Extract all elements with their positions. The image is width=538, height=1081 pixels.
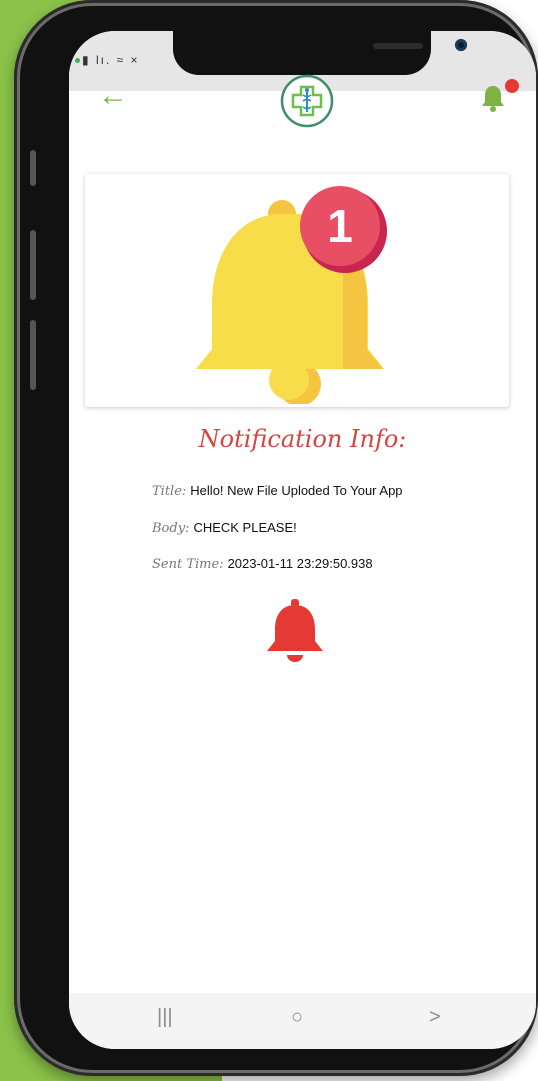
system-back-button[interactable]: > <box>429 1007 441 1027</box>
sent-time-label: Sent Time: <box>152 557 224 572</box>
body-label: Body: <box>152 521 190 536</box>
notification-badge-dot <box>505 79 519 93</box>
notification-bell-icon[interactable] <box>479 83 507 113</box>
recent-apps-button[interactable]: ||| <box>157 1007 173 1027</box>
notification-body-row: Body: CHECK PLEASE! <box>152 520 297 536</box>
bell-badge-count: 1 <box>327 200 353 252</box>
phone-frame: ▮ lı. ≈ × ← 1 Notification Info: Title: … <box>14 0 538 1076</box>
speaker-grille <box>373 43 423 49</box>
phone-volume-up-button <box>30 230 36 300</box>
phone-side-button <box>30 150 36 186</box>
home-button[interactable]: ○ <box>291 1007 303 1027</box>
system-navigation-bar: ||| ○ > <box>69 993 536 1049</box>
notification-info-heading: Notification Info: <box>198 425 407 453</box>
back-arrow-icon[interactable]: ← <box>98 81 128 111</box>
notification-title-row: Title: Hello! New File Uploded To Your Ap… <box>152 483 403 499</box>
red-bell-icon <box>267 599 323 662</box>
app-bar: ← <box>69 71 536 131</box>
notification-image-card: 1 <box>85 174 509 407</box>
status-icons-text: ▮ lı. ≈ × <box>82 53 140 67</box>
body-value: CHECK PLEASE! <box>193 520 297 535</box>
front-camera <box>455 39 467 51</box>
phone-volume-down-button <box>30 320 36 390</box>
status-indicator-dot <box>75 58 80 64</box>
large-bell-icon: 1 <box>196 186 387 404</box>
notification-time-row: Sent Time: 2023-01-11 23:29:50.938 <box>152 556 373 572</box>
status-icons: ▮ lı. ≈ × <box>75 53 140 67</box>
sent-time-value: 2023-01-11 23:29:50.938 <box>227 556 373 571</box>
camera-notch <box>173 31 467 75</box>
medical-cross-logo-icon <box>280 74 334 128</box>
phone-screen: ▮ lı. ≈ × ← 1 Notification Info: Title: … <box>69 31 536 1049</box>
title-label: Title: <box>152 484 187 499</box>
title-value: Hello! New File Uploded To Your App <box>190 483 403 498</box>
